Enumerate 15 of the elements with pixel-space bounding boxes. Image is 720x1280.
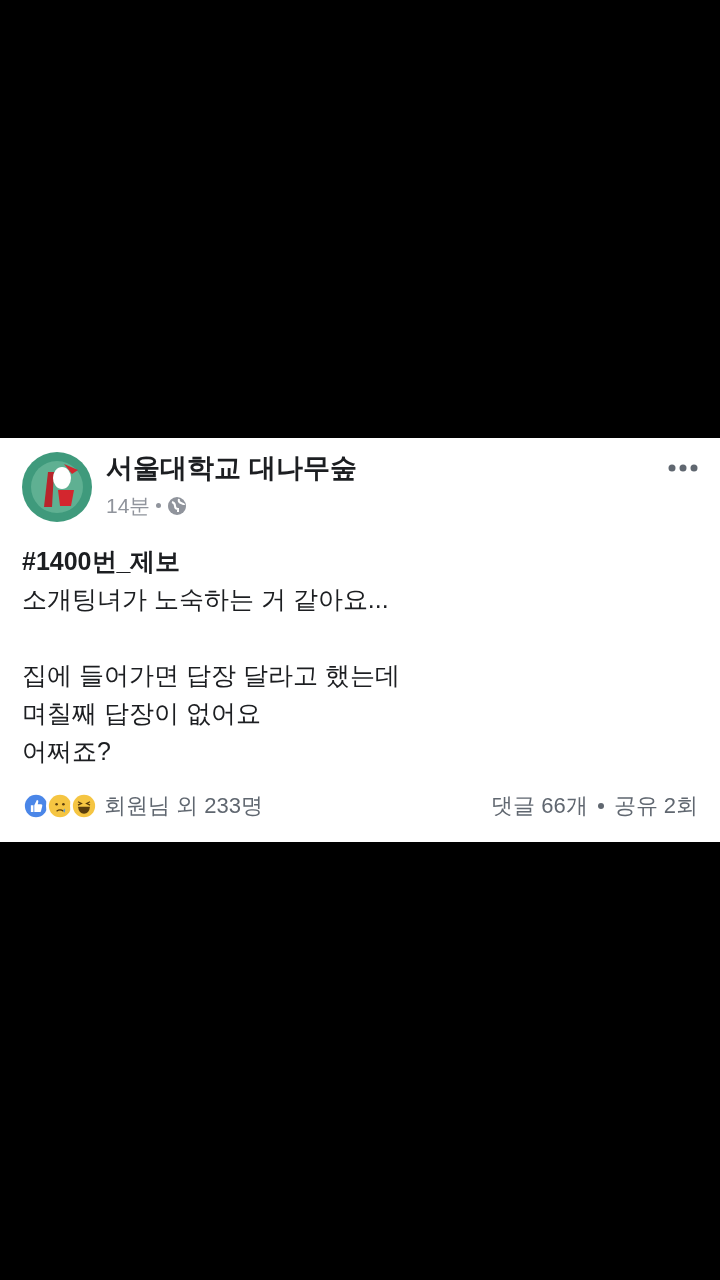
page-name[interactable]: 서울대학교 대나무숲 [106, 448, 357, 488]
post-text: 소개팅녀가 노숙하는 거 같아요... [22, 584, 390, 615]
post-text: 며칠째 답장이 없어요 [22, 698, 262, 729]
comment-count[interactable]: 댓글 66개 [491, 789, 588, 822]
avatar [22, 452, 92, 522]
share-count[interactable]: 공유 2회 [613, 789, 698, 822]
post-time[interactable]: 14분 [106, 490, 151, 522]
laughing-face-icon [70, 791, 98, 820]
post-title: #1400번_제보 [22, 546, 182, 577]
more-options-icon[interactable] [668, 464, 698, 472]
post-text: 집에 들어가면 답장 달라고 했는데 [22, 660, 401, 691]
post-text: 어쩌죠? [22, 736, 112, 767]
reaction-summary[interactable]: 회원님 외 233명 [104, 789, 263, 822]
sad-face-icon [46, 791, 74, 820]
like-icon [22, 791, 50, 820]
